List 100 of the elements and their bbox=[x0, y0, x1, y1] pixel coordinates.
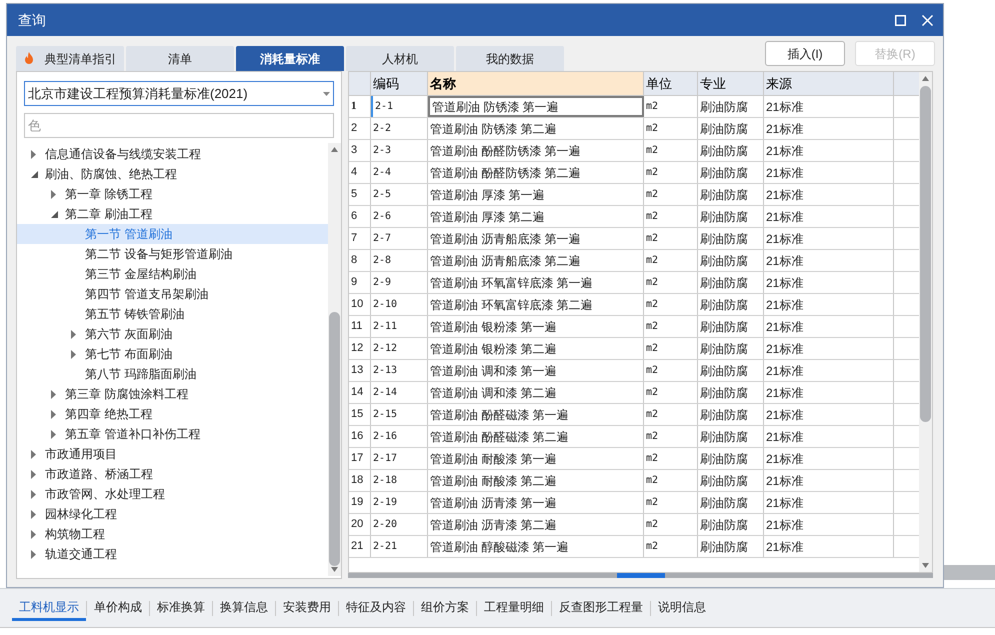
tree-item[interactable]: 第三章 防腐蚀涂料工程 bbox=[17, 384, 328, 404]
table-cell: m2 bbox=[644, 250, 698, 271]
expand-arrow-icon[interactable] bbox=[71, 330, 76, 338]
scrollbar-thumb[interactable] bbox=[920, 86, 931, 422]
column-header[interactable]: 单位 bbox=[644, 72, 698, 95]
table-row[interactable]: 11 2-11 管道刷油 银粉漆 第一遍 m2 刷油防腐 21标准 bbox=[349, 316, 919, 338]
tree-item[interactable]: 市政通用项目 bbox=[17, 444, 328, 464]
tree-item[interactable]: 第八节 玛蹄脂面刷油 bbox=[17, 364, 328, 384]
tree-item[interactable]: 市政道路、桥涵工程 bbox=[17, 464, 328, 484]
column-header[interactable]: 来源 bbox=[764, 72, 894, 95]
table-cell: 刷油防腐 bbox=[698, 448, 764, 469]
maximize-icon[interactable] bbox=[895, 14, 906, 26]
expand-arrow-icon[interactable] bbox=[51, 410, 56, 418]
bottom-tab[interactable]: 换算信息 bbox=[213, 595, 275, 621]
table-cell: 刷油防腐 bbox=[698, 272, 764, 293]
tree-item[interactable]: 园林绿化工程 bbox=[17, 504, 328, 524]
bottom-tab[interactable]: 反查图形工程量 bbox=[552, 595, 650, 621]
expand-arrow-icon[interactable] bbox=[31, 550, 36, 558]
scroll-up-icon[interactable] bbox=[331, 147, 338, 152]
table-cell: 21标准 bbox=[764, 294, 894, 315]
standard-dropdown[interactable]: 北京市建设工程预算消耗量标准(2021) bbox=[24, 81, 334, 106]
scroll-down-icon[interactable] bbox=[922, 563, 929, 568]
table-cell: 刷油防腐 bbox=[698, 536, 764, 557]
table-row[interactable]: 1 2-1 管道刷油 防锈漆 第一遍 m2 刷油防腐 21标准 bbox=[349, 96, 919, 118]
tab[interactable]: 我的数据 bbox=[456, 46, 564, 71]
table-row[interactable]: 16 2-16 管道刷油 酚醛磁漆 第二遍 m2 刷油防腐 21标准 bbox=[349, 426, 919, 448]
tree-item[interactable]: 信息通信设备与线缆安装工程 bbox=[17, 144, 328, 164]
dropdown-caret-icon[interactable] bbox=[323, 92, 330, 96]
table-row[interactable]: 4 2-4 管道刷油 酚醛防锈漆 第二遍 m2 刷油防腐 21标准 bbox=[349, 162, 919, 184]
tree-item[interactable]: 第四章 绝热工程 bbox=[17, 404, 328, 424]
tree-item[interactable]: 第一节 管道刷油 bbox=[17, 224, 328, 244]
tree-item[interactable]: 第五章 管道补口补伤工程 bbox=[17, 424, 328, 444]
tree-item[interactable]: 第五节 铸铁管刷油 bbox=[17, 304, 328, 324]
scrollbar-thumb[interactable] bbox=[329, 312, 340, 566]
tree-item[interactable]: 第四节 管道支吊架刷油 bbox=[17, 284, 328, 304]
bottom-tab[interactable]: 工程量明细 bbox=[477, 595, 551, 621]
tab[interactable]: 清单 bbox=[126, 46, 234, 71]
expand-arrow-icon[interactable] bbox=[51, 190, 56, 198]
scrollbar[interactable] bbox=[328, 143, 341, 576]
expand-arrow-icon[interactable] bbox=[31, 490, 36, 498]
tab[interactable]: 消耗量标准 bbox=[236, 46, 344, 71]
search-field[interactable]: 色 bbox=[24, 113, 334, 138]
tree-item[interactable]: 市政管网、水处理工程 bbox=[17, 484, 328, 504]
tree-item[interactable]: 第一章 除锈工程 bbox=[17, 184, 328, 204]
column-header[interactable]: 专业 bbox=[698, 72, 764, 95]
table-row[interactable]: 13 2-13 管道刷油 调和漆 第一遍 m2 刷油防腐 21标准 bbox=[349, 360, 919, 382]
expand-arrow-icon[interactable] bbox=[31, 510, 36, 518]
table-row[interactable]: 18 2-18 管道刷油 耐酸漆 第二遍 m2 刷油防腐 21标准 bbox=[349, 470, 919, 492]
table-row[interactable]: 7 2-7 管道刷油 沥青船底漆 第一遍 m2 刷油防腐 21标准 bbox=[349, 228, 919, 250]
table-row[interactable]: 8 2-8 管道刷油 沥青船底漆 第二遍 m2 刷油防腐 21标准 bbox=[349, 250, 919, 272]
scroll-up-icon[interactable] bbox=[922, 76, 929, 81]
tree-item[interactable]: 第二章 刷油工程 bbox=[17, 204, 328, 224]
table-cell: 刷油防腐 bbox=[698, 118, 764, 139]
splitter-handle[interactable] bbox=[616, 573, 664, 578]
expand-arrow-icon[interactable] bbox=[31, 150, 36, 158]
table-row[interactable]: 19 2-19 管道刷油 沥青漆 第一遍 m2 刷油防腐 21标准 bbox=[349, 492, 919, 514]
tree-item[interactable]: 第二节 设备与矩形管道刷油 bbox=[17, 244, 328, 264]
table-row[interactable]: 14 2-14 管道刷油 调和漆 第二遍 m2 刷油防腐 21标准 bbox=[349, 382, 919, 404]
expand-arrow-icon[interactable] bbox=[31, 450, 36, 458]
table-row[interactable]: 21 2-21 管道刷油 醇酸磁漆 第一遍 m2 刷油防腐 21标准 bbox=[349, 536, 919, 558]
table-row[interactable]: 3 2-3 管道刷油 酚醛防锈漆 第一遍 m2 刷油防腐 21标准 bbox=[349, 140, 919, 162]
expand-arrow-icon[interactable] bbox=[51, 430, 56, 438]
tab[interactable]: 人材机 bbox=[346, 46, 454, 71]
tree-item[interactable]: 刷油、防腐蚀、绝热工程 bbox=[17, 164, 328, 184]
table-row[interactable]: 2 2-2 管道刷油 防锈漆 第二遍 m2 刷油防腐 21标准 bbox=[349, 118, 919, 140]
bottom-tab[interactable]: 单价构成 bbox=[87, 595, 149, 621]
tree-item[interactable]: 构筑物工程 bbox=[17, 524, 328, 544]
bottom-tab[interactable]: 标准换算 bbox=[150, 595, 212, 621]
table-cell: 2-18 bbox=[371, 470, 428, 491]
expand-arrow-icon[interactable] bbox=[71, 350, 76, 358]
expand-arrow-icon[interactable] bbox=[51, 390, 56, 398]
bottom-tab[interactable]: 安装费用 bbox=[276, 595, 338, 621]
scrollbar[interactable] bbox=[919, 72, 932, 572]
expand-arrow-icon[interactable] bbox=[31, 470, 36, 478]
table-cell: m2 bbox=[644, 206, 698, 227]
tab[interactable]: 典型清单指引 bbox=[16, 46, 124, 71]
tree-item[interactable]: 轨道交通工程 bbox=[17, 544, 328, 564]
table-row[interactable]: 20 2-20 管道刷油 沥青漆 第二遍 m2 刷油防腐 21标准 bbox=[349, 514, 919, 536]
bottom-tab[interactable]: 工料机显示 bbox=[12, 595, 86, 621]
table-row[interactable]: 5 2-5 管道刷油 厚漆 第一遍 m2 刷油防腐 21标准 bbox=[349, 184, 919, 206]
bottom-tab[interactable]: 说明信息 bbox=[651, 595, 713, 621]
table-row[interactable]: 15 2-15 管道刷油 酚醛磁漆 第一遍 m2 刷油防腐 21标准 bbox=[349, 404, 919, 426]
expand-arrow-icon[interactable] bbox=[31, 530, 36, 538]
table-cell: 2-7 bbox=[371, 228, 428, 249]
bottom-tab[interactable]: 组价方案 bbox=[414, 595, 476, 621]
close-icon[interactable] bbox=[922, 14, 933, 26]
table-row[interactable]: 10 2-10 管道刷油 环氧富锌底漆 第二遍 m2 刷油防腐 21标准 bbox=[349, 294, 919, 316]
action-button[interactable]: 插入(I) bbox=[765, 41, 845, 66]
table-cell: 2-12 bbox=[371, 338, 428, 359]
tree-item[interactable]: 第七节 布面刷油 bbox=[17, 344, 328, 364]
column-header[interactable]: 名称 bbox=[428, 72, 644, 95]
collapse-arrow-icon[interactable] bbox=[31, 170, 38, 178]
table-row[interactable]: 6 2-6 管道刷油 厚漆 第二遍 m2 刷油防腐 21标准 bbox=[349, 206, 919, 228]
table-row[interactable]: 12 2-12 管道刷油 银粉漆 第二遍 m2 刷油防腐 21标准 bbox=[349, 338, 919, 360]
table-row[interactable]: 9 2-9 管道刷油 环氧富锌底漆 第一遍 m2 刷油防腐 21标准 bbox=[349, 272, 919, 294]
collapse-arrow-icon[interactable] bbox=[51, 210, 58, 218]
tree-item[interactable]: 第六节 灰面刷油 bbox=[17, 324, 328, 344]
bottom-tab[interactable]: 特征及内容 bbox=[339, 595, 413, 621]
table-row[interactable]: 17 2-17 管道刷油 耐酸漆 第一遍 m2 刷油防腐 21标准 bbox=[349, 448, 919, 470]
tree-item[interactable]: 第三节 金屋结构刷油 bbox=[17, 264, 328, 284]
